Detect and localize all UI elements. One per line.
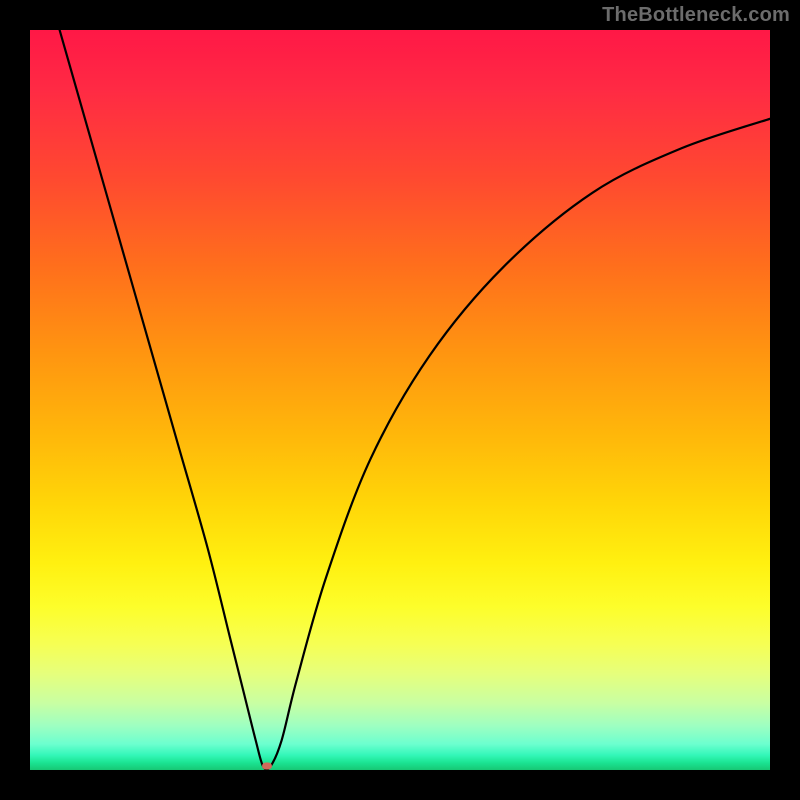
plot-area — [30, 30, 770, 770]
curve-path — [60, 30, 770, 770]
watermark-text: TheBottleneck.com — [602, 4, 790, 27]
curve-svg — [30, 30, 770, 770]
marker-dot — [262, 763, 272, 770]
chart-frame: TheBottleneck.com — [0, 0, 800, 800]
